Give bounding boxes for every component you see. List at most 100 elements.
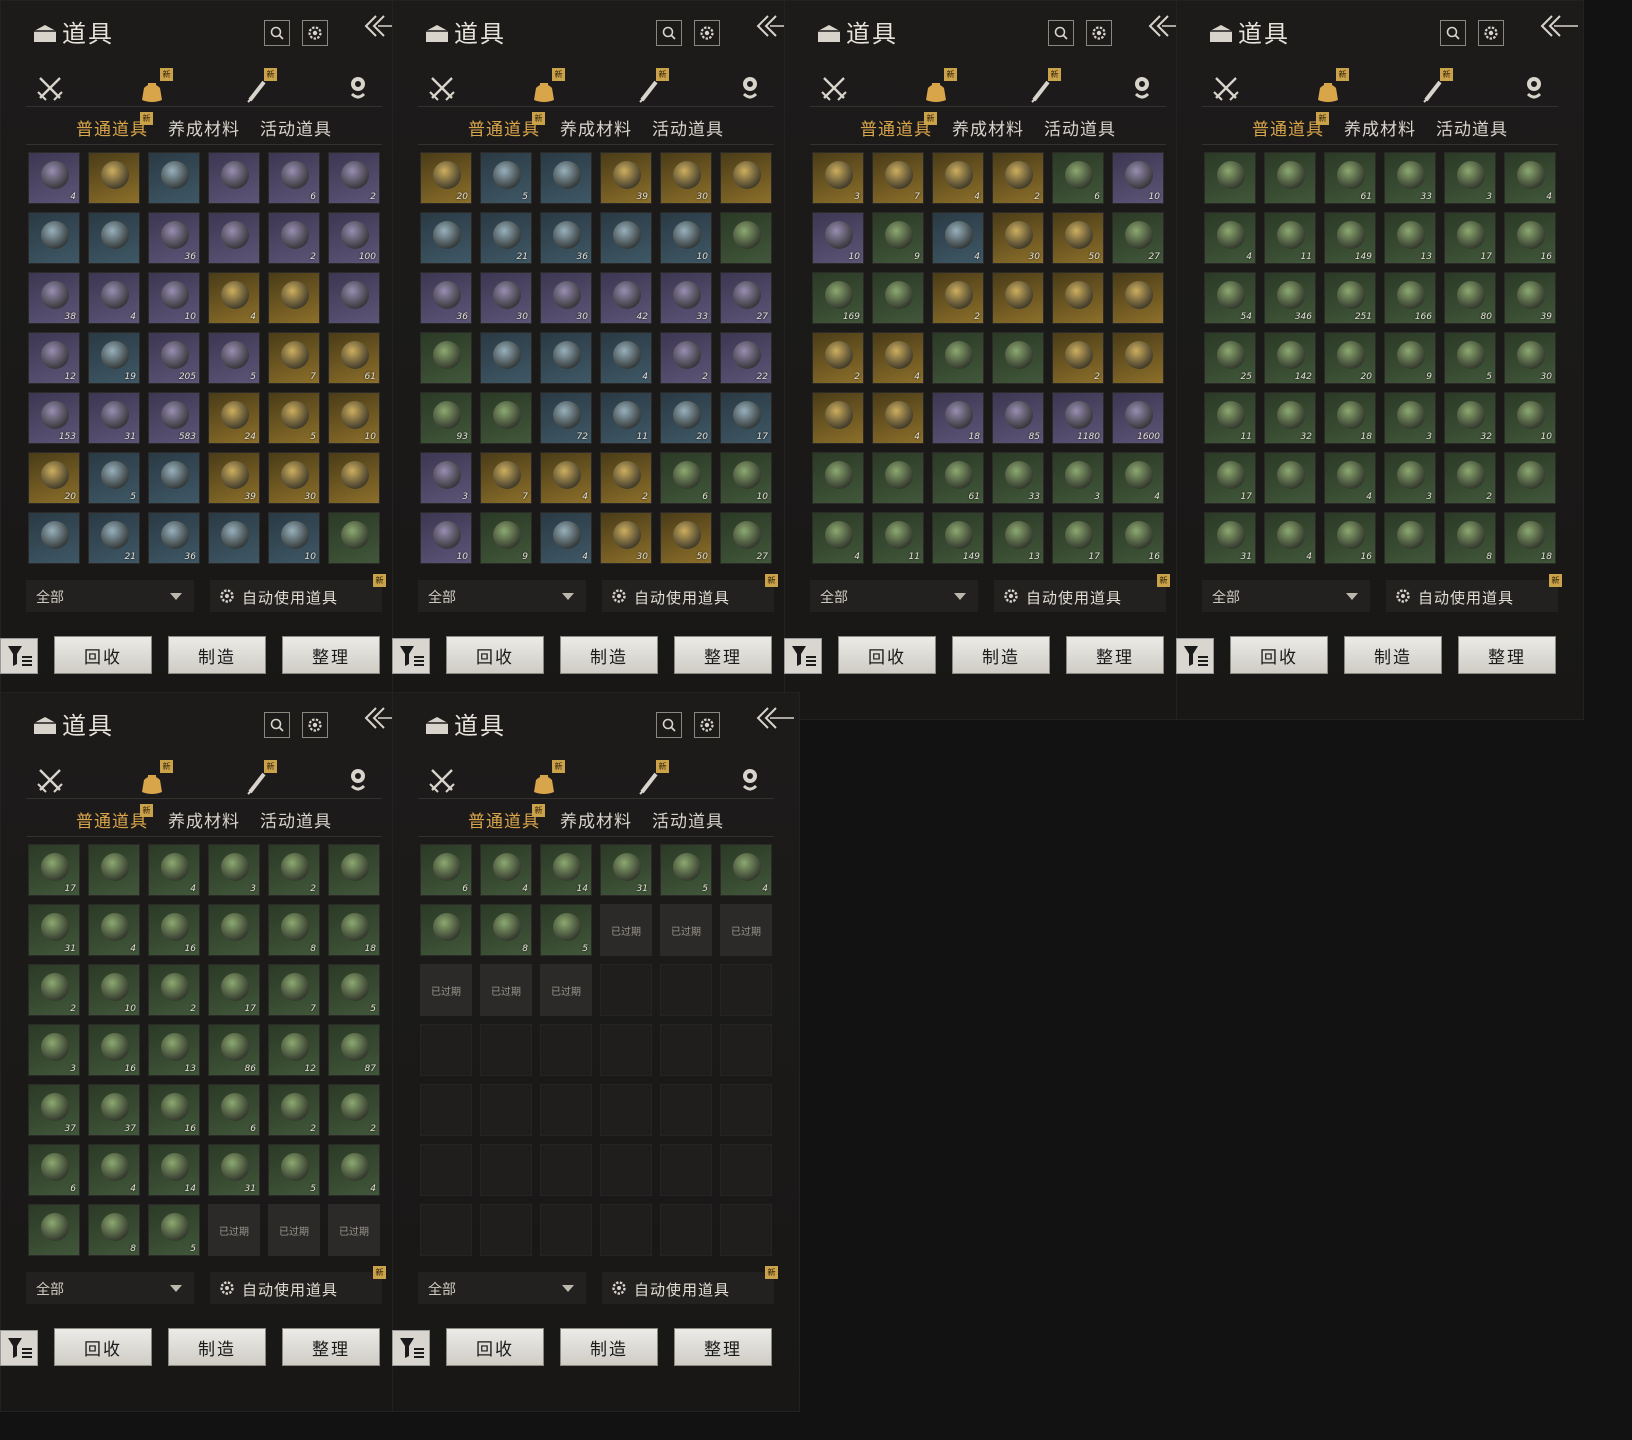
filter-button[interactable]	[1176, 638, 1214, 674]
expired-item-slot[interactable]: 已过期	[208, 1204, 260, 1256]
sort-button[interactable]: 整理	[282, 636, 380, 674]
tab-items[interactable]: 新	[1308, 68, 1349, 108]
item-slot[interactable]: 7	[480, 452, 532, 504]
item-slot[interactable]: 11	[600, 392, 652, 444]
item-slot[interactable]: 4	[600, 332, 652, 384]
item-slot[interactable]: 2	[28, 964, 80, 1016]
item-slot[interactable]: 39	[1504, 272, 1556, 324]
item-slot[interactable]	[1264, 452, 1316, 504]
item-slot[interactable]: 31	[88, 392, 140, 444]
item-slot[interactable]: 30	[600, 512, 652, 564]
expired-item-slot[interactable]: 已过期	[660, 904, 712, 956]
settings-button[interactable]	[1086, 20, 1112, 46]
item-slot[interactable]	[88, 152, 140, 204]
item-slot[interactable]: 31	[28, 904, 80, 956]
item-slot[interactable]: 251	[1324, 272, 1376, 324]
item-slot[interactable]	[268, 272, 320, 324]
tab-location[interactable]	[730, 68, 770, 108]
expired-item-slot[interactable]: 已过期	[600, 904, 652, 956]
item-slot[interactable]: 1180	[1052, 392, 1104, 444]
item-slot[interactable]: 85	[992, 392, 1044, 444]
item-slot[interactable]	[208, 212, 260, 264]
item-slot[interactable]: 37	[28, 1084, 80, 1136]
recycle-button[interactable]: 回收	[446, 636, 544, 674]
item-slot[interactable]: 8	[88, 1204, 140, 1256]
item-slot[interactable]: 54	[1204, 272, 1256, 324]
item-slot[interactable]: 4	[480, 844, 532, 896]
item-slot[interactable]	[720, 212, 772, 264]
subtab-event-items[interactable]: 活动道具	[260, 807, 332, 832]
item-slot[interactable]: 80	[1444, 272, 1496, 324]
subtab-materials[interactable]: 养成材料	[560, 115, 632, 140]
item-slot[interactable]: 16	[1112, 512, 1164, 564]
item-slot[interactable]: 6	[660, 452, 712, 504]
tab-items[interactable]: 新	[524, 760, 565, 800]
tab-location[interactable]	[730, 760, 770, 800]
item-slot[interactable]: 61	[1324, 152, 1376, 204]
craft-button[interactable]: 制造	[168, 636, 266, 674]
item-slot[interactable]: 16	[1324, 512, 1376, 564]
item-slot[interactable]	[480, 332, 532, 384]
item-slot[interactable]	[88, 212, 140, 264]
item-slot[interactable]	[328, 844, 380, 896]
filter-select[interactable]: 全部	[810, 580, 978, 612]
item-slot[interactable]	[540, 152, 592, 204]
item-slot[interactable]: 2	[268, 844, 320, 896]
recycle-button[interactable]: 回收	[1230, 636, 1328, 674]
subtab-materials[interactable]: 养成材料	[168, 115, 240, 140]
item-slot[interactable]	[28, 1204, 80, 1256]
filter-button[interactable]	[0, 1330, 38, 1366]
craft-button[interactable]: 制造	[168, 1328, 266, 1366]
subtab-event-items[interactable]: 活动道具	[1044, 115, 1116, 140]
item-slot[interactable]: 10	[812, 212, 864, 264]
item-slot[interactable]: 10	[1504, 392, 1556, 444]
item-slot[interactable]: 9	[872, 212, 924, 264]
item-slot[interactable]: 12	[268, 1024, 320, 1076]
recycle-button[interactable]: 回收	[446, 1328, 544, 1366]
item-slot[interactable]	[720, 152, 772, 204]
item-slot[interactable]	[540, 332, 592, 384]
item-slot[interactable]: 2	[268, 212, 320, 264]
auto-use-button[interactable]: 自动使用道具 新	[602, 1266, 778, 1304]
item-slot[interactable]: 4	[1112, 452, 1164, 504]
item-slot[interactable]	[1052, 272, 1104, 324]
auto-use-button[interactable]: 自动使用道具 新	[994, 574, 1170, 612]
search-button[interactable]	[656, 712, 682, 738]
item-slot[interactable]	[932, 332, 984, 384]
subtab-normal-items[interactable]: 普通道具	[76, 807, 148, 832]
item-slot[interactable]: 7	[268, 332, 320, 384]
item-slot[interactable]: 205	[148, 332, 200, 384]
sort-button[interactable]: 整理	[674, 636, 772, 674]
tab-scrolls[interactable]: 新	[630, 68, 670, 108]
subtab-event-items[interactable]: 活动道具	[260, 115, 332, 140]
subtab-event-items[interactable]: 活动道具	[652, 115, 724, 140]
item-slot[interactable]: 2	[660, 332, 712, 384]
search-button[interactable]	[264, 20, 290, 46]
expired-item-slot[interactable]: 已过期	[480, 964, 532, 1016]
tab-location[interactable]	[338, 760, 378, 800]
item-slot[interactable]: 7	[268, 964, 320, 1016]
item-slot[interactable]	[1204, 152, 1256, 204]
item-slot[interactable]: 4	[540, 512, 592, 564]
item-slot[interactable]: 6	[28, 1144, 80, 1196]
tab-equipment[interactable]	[814, 68, 854, 108]
item-slot[interactable]: 38	[28, 272, 80, 324]
item-slot[interactable]	[328, 272, 380, 324]
recycle-button[interactable]: 回收	[54, 1328, 152, 1366]
item-slot[interactable]	[872, 272, 924, 324]
item-slot[interactable]: 3	[28, 1024, 80, 1076]
tab-equipment[interactable]	[422, 68, 462, 108]
item-slot[interactable]: 42	[600, 272, 652, 324]
subtab-event-items[interactable]: 活动道具	[652, 807, 724, 832]
item-slot[interactable]: 17	[1052, 512, 1104, 564]
filter-button[interactable]	[0, 638, 38, 674]
craft-button[interactable]: 制造	[1344, 636, 1442, 674]
expired-item-slot[interactable]: 已过期	[328, 1204, 380, 1256]
item-slot[interactable]: 18	[932, 392, 984, 444]
item-slot[interactable]	[208, 904, 260, 956]
item-slot[interactable]: 27	[720, 272, 772, 324]
item-slot[interactable]: 5	[268, 1144, 320, 1196]
sort-button[interactable]: 整理	[674, 1328, 772, 1366]
item-slot[interactable]: 20	[420, 152, 472, 204]
item-slot[interactable]: 9	[480, 512, 532, 564]
